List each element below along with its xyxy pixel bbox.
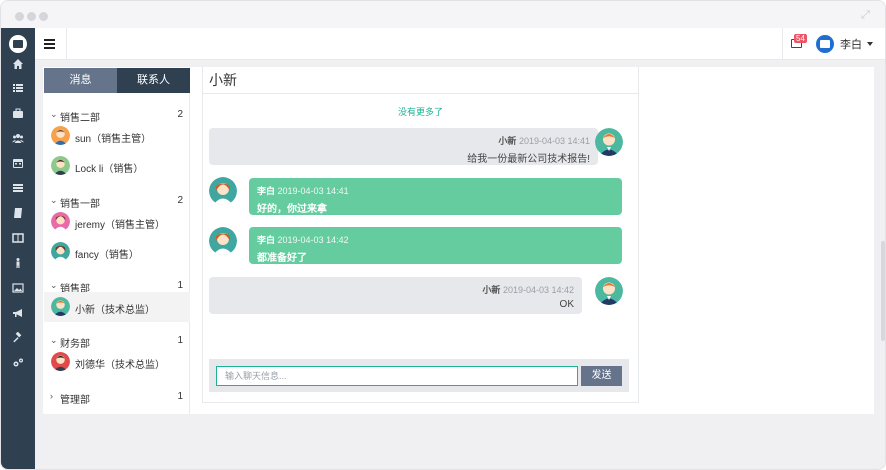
scrollbar[interactable] xyxy=(880,61,885,469)
person-icon[interactable] xyxy=(12,257,24,269)
contact-item[interactable]: fancy（销售） xyxy=(44,237,190,267)
tab-contacts[interactable]: 联系人 xyxy=(117,68,190,93)
avatar xyxy=(51,352,70,371)
load-more-link[interactable]: 没有更多了 xyxy=(203,105,638,118)
message-bubble: 小新 2019-04-03 14:42 OK xyxy=(209,277,582,314)
users-icon[interactable] xyxy=(12,132,24,144)
scrollbar-thumb[interactable] xyxy=(881,241,885,341)
app-window: ⤢ 54 李白 消息 联系人 ⌄ 销售二部 2 sun（销售主管） Lock l… xyxy=(0,0,886,470)
image-icon[interactable] xyxy=(12,282,24,294)
top-navbar: 54 李白 xyxy=(35,28,885,60)
avatar xyxy=(51,297,70,316)
contact-item[interactable]: sun（销售主管） xyxy=(44,121,190,151)
chat-message-input[interactable] xyxy=(216,366,578,386)
chevron-down-icon: ⌄ xyxy=(50,195,58,205)
window-maximize-button[interactable] xyxy=(39,12,48,21)
cogs-icon[interactable] xyxy=(12,357,24,369)
home-icon[interactable] xyxy=(12,58,24,70)
tab-messages[interactable]: 消息 xyxy=(44,68,117,93)
caret-down-icon xyxy=(867,42,873,46)
table-icon[interactable] xyxy=(12,182,24,194)
contact-item[interactable]: jeremy（销售主管） xyxy=(44,207,190,237)
chevron-down-icon: ⌄ xyxy=(50,109,58,119)
contacts-panel: 消息 联系人 ⌄ 销售二部 2 sun（销售主管） Lock li（销售） ⌄ … xyxy=(43,67,190,414)
contact-item[interactable]: Lock li（销售） xyxy=(44,151,190,181)
fullscreen-icon[interactable]: ⤢ xyxy=(861,9,873,21)
avatar xyxy=(816,35,834,53)
gavel-icon[interactable] xyxy=(12,331,24,344)
book-icon[interactable] xyxy=(12,207,24,219)
chat-input-bar: 发送 xyxy=(209,359,629,392)
avatar xyxy=(595,277,623,305)
user-menu[interactable]: 李白 xyxy=(816,34,873,54)
avatar xyxy=(51,212,70,231)
window-titlebar: ⤢ xyxy=(1,1,885,28)
window-minimize-button[interactable] xyxy=(27,12,36,21)
user-name: 李白 xyxy=(840,39,862,51)
chevron-right-icon: › xyxy=(50,391,53,401)
sidebar xyxy=(1,28,35,469)
chevron-down-icon: ⌄ xyxy=(50,335,58,345)
chat-title: 小新 xyxy=(203,67,638,94)
window-close-button[interactable] xyxy=(15,12,24,21)
avatar xyxy=(51,126,70,145)
chevron-down-icon: ⌄ xyxy=(50,280,58,290)
avatar xyxy=(209,227,237,255)
contact-item-selected[interactable]: 小新（技术总监） xyxy=(44,292,190,322)
main-content: 消息 联系人 ⌄ 销售二部 2 sun（销售主管） Lock li（销售） ⌄ … xyxy=(43,67,874,414)
mail-button[interactable]: 54 xyxy=(782,28,814,59)
app-logo[interactable] xyxy=(9,35,27,53)
send-button[interactable]: 发送 xyxy=(581,366,622,386)
menu-toggle-button[interactable] xyxy=(35,28,67,59)
list-icon[interactable] xyxy=(12,82,24,94)
calendar-icon[interactable] xyxy=(12,157,24,169)
message-bubble: 李白 2019-04-03 14:42 都准备好了 xyxy=(249,227,622,264)
message-bubble: 小新 2019-04-03 14:41 给我一份最新公司技术报告! xyxy=(209,128,598,165)
message-bubble: 李白 2019-04-03 14:41 好的，你过来拿 xyxy=(249,178,622,215)
contact-item[interactable]: 刘德华（技术总监） xyxy=(44,347,190,377)
chat-panel: 小新 没有更多了 小新 2019-04-03 14:41 给我一份最新公司技术报… xyxy=(202,67,639,403)
mail-count-badge: 54 xyxy=(794,34,807,43)
avatar xyxy=(51,242,70,261)
briefcase-icon[interactable] xyxy=(12,107,24,119)
bullhorn-icon[interactable] xyxy=(12,307,24,319)
avatar xyxy=(209,177,237,205)
hamburger-icon xyxy=(44,39,55,41)
avatar xyxy=(595,128,623,156)
contacts-tabs: 消息 联系人 xyxy=(44,68,190,93)
columns-icon[interactable] xyxy=(12,232,24,244)
group-header[interactable]: › 管理部 1 xyxy=(43,389,189,406)
avatar xyxy=(51,156,70,175)
